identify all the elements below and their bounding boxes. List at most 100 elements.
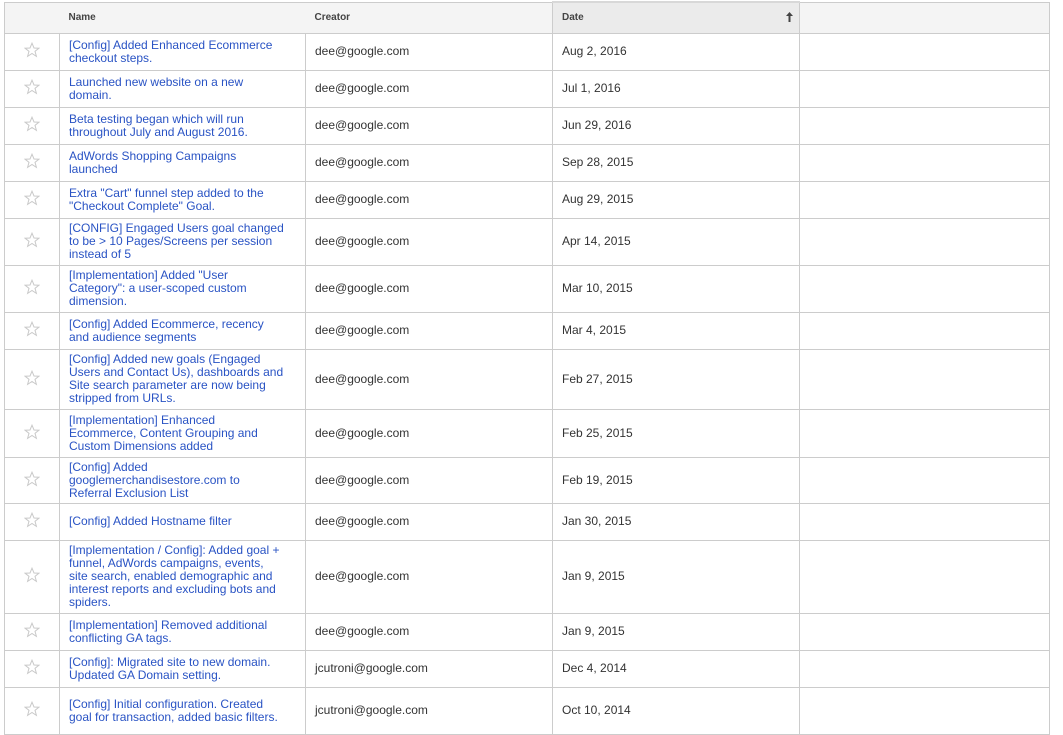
table-row: [Config] Added Ecommerce, recency and au… [4, 311, 1050, 350]
annotation-name-link[interactable]: [Config] Initial configuration. Created … [69, 697, 305, 724]
extra-cell [799, 348, 1050, 410]
creator-cell: dee@google.com [305, 311, 553, 350]
star-cell [4, 180, 60, 219]
name-cell: [Config] Initial configuration. Created … [59, 686, 306, 735]
date-cell: Aug 2, 2016 [552, 32, 800, 71]
sort-arrow-icon[interactable] [786, 12, 793, 25]
date-cell: Aug 29, 2015 [552, 180, 800, 219]
extra-cell [799, 456, 1050, 504]
table-row: [Implementation] Added "User Category": … [4, 264, 1050, 313]
date-cell: Jun 29, 2016 [552, 106, 800, 145]
star-icon[interactable] [23, 423, 41, 440]
star-icon[interactable] [23, 189, 41, 206]
table-row: [Implementation] Removed additional conf… [4, 612, 1050, 651]
table-row: Beta testing began which will run throug… [4, 106, 1050, 145]
header-date-label: Date [562, 12, 584, 24]
date-cell: Oct 10, 2014 [552, 686, 800, 735]
extra-cell [799, 502, 1050, 541]
creator-cell: dee@google.com [305, 539, 553, 614]
star-cell [4, 217, 60, 266]
table-row: Extra "Cart" funnel step added to the "C… [4, 180, 1050, 219]
star-icon[interactable] [23, 320, 41, 337]
star-icon[interactable] [23, 115, 41, 132]
star-cell [4, 143, 60, 182]
star-cell [4, 32, 60, 71]
star-cell [4, 106, 60, 145]
annotation-name-link[interactable]: [Config] Added googlemerchandisestore.co… [69, 460, 305, 500]
star-icon[interactable] [23, 41, 41, 58]
name-cell: [Config] Added Ecommerce, recency and au… [59, 311, 306, 350]
annotation-name-link[interactable]: Extra "Cart" funnel step added to the "C… [69, 186, 305, 213]
table-row: [Config]: Migrated site to new domain. U… [4, 649, 1050, 688]
star-cell [4, 649, 60, 688]
star-icon[interactable] [23, 566, 41, 583]
star-cell [4, 502, 60, 541]
table-row: [Config] Initial configuration. Created … [4, 686, 1050, 735]
extra-cell [799, 32, 1050, 71]
star-icon[interactable] [23, 231, 41, 248]
star-cell [4, 408, 60, 458]
star-icon[interactable] [23, 621, 41, 638]
header-date[interactable]: Date [552, 1, 800, 34]
star-cell [4, 456, 60, 504]
annotation-name-link[interactable]: [CONFIG] Engaged Users goal changed to b… [69, 222, 305, 261]
table-row: [Implementation / Config]: Added goal + … [4, 539, 1050, 614]
annotation-name-link[interactable]: [Config] Added Hostname filter [69, 515, 305, 528]
star-icon[interactable] [23, 470, 41, 487]
name-cell: [Config] Added new goals (Engaged Users … [59, 348, 306, 410]
star-cell [4, 69, 60, 108]
star-cell [4, 311, 60, 350]
star-icon[interactable] [23, 278, 41, 295]
creator-cell: dee@google.com [305, 143, 553, 182]
name-cell: [Implementation] Added "User Category": … [59, 264, 306, 313]
table-row: [CONFIG] Engaged Users goal changed to b… [4, 217, 1050, 266]
creator-cell: dee@google.com [305, 612, 553, 651]
star-cell [4, 612, 60, 651]
annotation-name-link[interactable]: [Implementation] Added "User Category": … [69, 269, 305, 308]
table-row: [Implementation] Enhanced Ecommerce, Con… [4, 408, 1050, 458]
name-cell: [Config] Added Hostname filter [59, 502, 306, 541]
star-icon[interactable] [23, 152, 41, 169]
star-icon[interactable] [23, 369, 41, 386]
star-cell [4, 264, 60, 313]
annotation-name-link[interactable]: [Config]: Migrated site to new domain. U… [69, 655, 305, 682]
annotation-name-link[interactable]: [Implementation / Config]: Added goal + … [69, 544, 305, 609]
table-header-row: Name Creator Date [4, 1, 1050, 34]
creator-cell: dee@google.com [305, 264, 553, 313]
creator-cell: dee@google.com [305, 106, 553, 145]
date-cell: Mar 10, 2015 [552, 264, 800, 313]
table-row: [Config] Added Hostname filter dee@googl… [4, 502, 1050, 541]
header-creator[interactable]: Creator [305, 1, 553, 34]
date-cell: Feb 27, 2015 [552, 348, 800, 410]
extra-cell [799, 612, 1050, 651]
annotation-name-link[interactable]: [Config] Added Enhanced Ecommerce checko… [69, 38, 305, 65]
extra-cell [799, 217, 1050, 266]
annotation-name-link[interactable]: [Implementation] Enhanced Ecommerce, Con… [69, 413, 305, 453]
date-cell: Jan 30, 2015 [552, 502, 800, 541]
extra-cell [799, 686, 1050, 735]
annotation-name-link[interactable]: [Config] Added new goals (Engaged Users … [69, 353, 305, 405]
date-cell: Jan 9, 2015 [552, 539, 800, 614]
date-cell: Dec 4, 2014 [552, 649, 800, 688]
annotation-name-link[interactable]: [Implementation] Removed additional conf… [69, 618, 305, 645]
annotation-name-link[interactable]: Beta testing began which will run throug… [69, 112, 305, 139]
extra-cell [799, 408, 1050, 458]
star-icon[interactable] [23, 78, 41, 95]
annotation-name-link[interactable]: AdWords Shopping Campaigns launched [69, 149, 305, 176]
table-row: [Config] Added Enhanced Ecommerce checko… [4, 32, 1050, 71]
star-cell [4, 539, 60, 614]
creator-cell: dee@google.com [305, 180, 553, 219]
star-icon[interactable] [23, 658, 41, 675]
creator-cell: dee@google.com [305, 32, 553, 71]
extra-cell [799, 69, 1050, 108]
name-cell: Extra "Cart" funnel step added to the "C… [59, 180, 306, 219]
header-name[interactable]: Name [59, 1, 306, 34]
annotations-table-container: Name Creator Date [Config] Added Enhance… [4, 1, 1050, 735]
creator-cell: dee@google.com [305, 217, 553, 266]
star-icon[interactable] [23, 700, 41, 717]
annotation-name-link[interactable]: [Config] Added Ecommerce, recency and au… [69, 317, 305, 344]
star-icon[interactable] [23, 511, 41, 528]
header-extra [799, 1, 1050, 34]
annotation-name-link[interactable]: Launched new website on a new domain. [69, 75, 305, 102]
extra-cell [799, 106, 1050, 145]
